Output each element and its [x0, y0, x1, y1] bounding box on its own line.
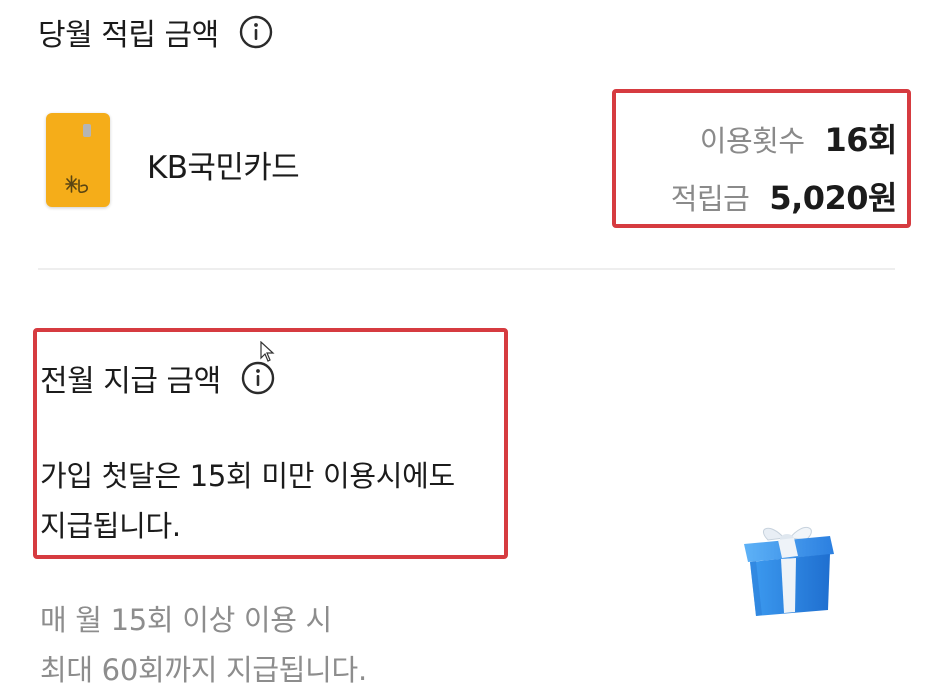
current-month-header: 당월 적립 금액 — [38, 10, 273, 54]
previous-month-header: 전월 지급 금액 — [40, 356, 275, 400]
info-circle-icon[interactable] — [241, 361, 275, 395]
info-circle-icon[interactable] — [239, 15, 273, 49]
reward-row: 적립금 5,020원 — [670, 173, 898, 219]
reward-label: 적립금 — [670, 182, 750, 216]
notice-line: 지급됩니다. — [40, 509, 181, 543]
usage-count-label: 이용횟수 — [699, 124, 805, 158]
current-month-title: 당월 적립 금액 — [38, 18, 219, 53]
usage-count-row: 이용횟수 16회 — [699, 115, 898, 161]
card-chip — [83, 124, 91, 137]
card-name: KB국민카드 — [147, 150, 300, 186]
reward-value: 5,020원 — [769, 179, 897, 217]
reward-page: 당월 적립 금액 KB국민카드 이용횟수 16회 적립금 5,020원 전월 지… — [0, 0, 933, 687]
stats-highlight-box: 이용횟수 16회 적립금 5,020원 — [612, 89, 911, 228]
kb-card-icon — [46, 113, 110, 207]
previous-month-title: 전월 지급 금액 — [40, 364, 221, 399]
gift-box-icon — [744, 527, 834, 616]
kb-logo-mark — [65, 175, 88, 194]
mouse-cursor-icon — [260, 341, 275, 362]
description-line: 매 월 15회 이상 이용 시 — [40, 603, 332, 637]
notice-line: 가입 첫달은 15회 미만 이용시에도 — [40, 459, 455, 493]
section-divider — [38, 268, 895, 270]
usage-count-value: 16회 — [824, 121, 898, 159]
description-line: 최대 60회까지 지급됩니다. — [40, 653, 367, 687]
